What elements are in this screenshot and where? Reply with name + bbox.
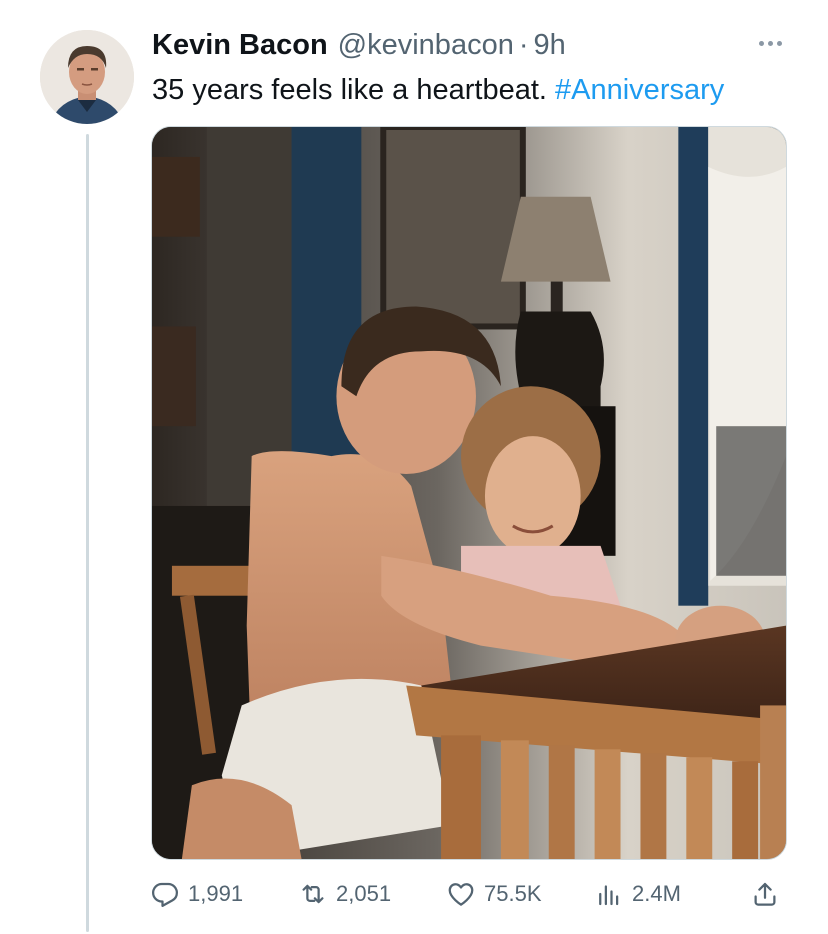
more-dot: [758, 40, 764, 46]
tweet-body: 35 years feels like a heartbeat.: [152, 74, 556, 106]
views-button[interactable]: 2.4M: [594, 872, 681, 916]
tweet-timestamp[interactable]: 9h: [534, 26, 566, 64]
retweet-count: 2,051: [336, 881, 392, 906]
retweet-button[interactable]: 2,051: [298, 872, 391, 916]
views-count: 2.4M: [632, 881, 681, 906]
thread-line: [86, 134, 89, 932]
more-dot: [776, 40, 782, 46]
author-avatar[interactable]: [40, 30, 134, 124]
author-handle[interactable]: @kevinbacon: [338, 26, 514, 64]
hashtag-link[interactable]: #Anniversary: [555, 74, 724, 106]
reply-count: 1,991: [188, 881, 244, 906]
tweet-header: Kevin Bacon @kevinbacon · 9h: [152, 26, 566, 64]
photo-image: [152, 127, 786, 859]
reply-button[interactable]: 1,991: [150, 872, 243, 916]
more-dot: [767, 40, 773, 46]
like-icon: [448, 883, 474, 906]
tweet-actions: 1,991 2,051 75.5K 2.4M: [150, 872, 790, 916]
author-name[interactable]: Kevin Bacon: [152, 26, 328, 64]
like-count: 75.5K: [484, 881, 542, 906]
tweet-photo[interactable]: [151, 126, 787, 860]
tweet-text: 35 years feels like a heartbeat. #Annive…: [152, 70, 724, 110]
views-icon: [599, 885, 619, 906]
avatar-image: [40, 30, 134, 124]
share-icon: [754, 882, 776, 906]
reply-icon: [152, 882, 178, 907]
retweet-icon: [302, 884, 324, 904]
share-button[interactable]: [750, 872, 780, 916]
separator-dot: ·: [518, 29, 529, 61]
more-options-icon[interactable]: [750, 28, 790, 58]
like-button[interactable]: 75.5K: [446, 872, 542, 916]
